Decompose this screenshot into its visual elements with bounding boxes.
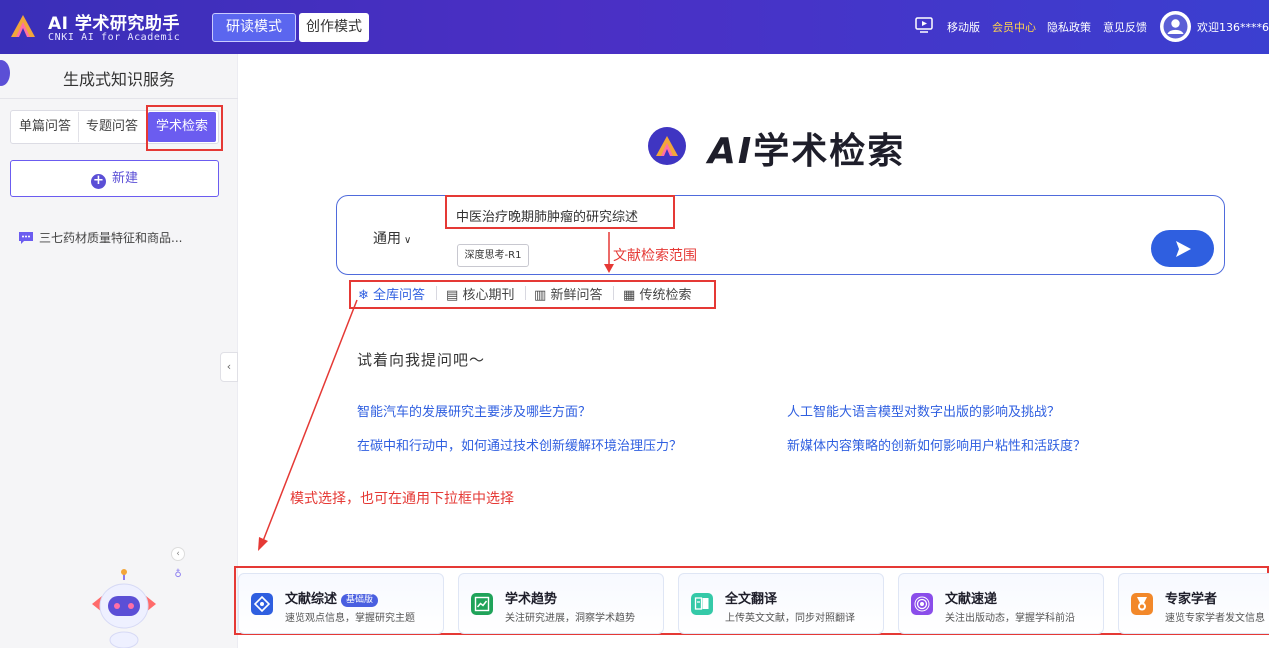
scope-divider <box>436 286 437 300</box>
annotation-label-mode: 模式选择，也可在通用下拉框中选择 <box>290 491 514 507</box>
translate-icon <box>691 593 713 615</box>
card-experts[interactable]: 专家学者 速览专家学者发文信息 <box>1118 573 1269 634</box>
link-feedback[interactable]: 意见反馈 <box>1103 19 1147 35</box>
card-literature-express[interactable]: 文献速递 关注出版动态，掌握学科前沿 <box>898 573 1104 634</box>
doc-icon: ▥ <box>534 288 547 303</box>
link-mobile[interactable]: 移动版 <box>947 19 980 35</box>
logo-icon <box>11 15 35 37</box>
send-button[interactable] <box>1151 230 1214 267</box>
mode-tab-create[interactable]: 创作模式 <box>299 13 369 42</box>
card-title: 文献综述 基础版 <box>285 588 379 607</box>
suggestion-item[interactable]: 新媒体内容策略的创新如何影响用户粘性和活跃度？ <box>787 435 1086 454</box>
sidebar-divider <box>0 98 238 99</box>
top-bar: AI 学术研究助手 CNKI AI for Academic 研读模式 创作模式… <box>0 0 1269 54</box>
link-privacy[interactable]: 隐私政策 <box>1047 19 1091 35</box>
review-icon <box>251 593 273 615</box>
link-member-center[interactable]: 会员中心 <box>992 19 1036 35</box>
suggestion-item[interactable]: 人工智能大语言模型对数字出版的影响及挑战？ <box>787 401 1060 420</box>
new-button[interactable]: + 新建 <box>10 160 219 197</box>
card-desc: 速览专家学者发文信息 <box>1165 613 1265 624</box>
lightbulb-icon[interactable]: ♁ <box>171 569 185 583</box>
hero-logo-icon <box>648 127 686 165</box>
screen-play-icon[interactable] <box>915 17 933 33</box>
snowflake-icon: ❄ <box>358 288 369 303</box>
annotation-box-query <box>445 195 675 229</box>
medal-icon <box>1131 593 1153 615</box>
tab-topic-qa[interactable]: 专题问答 <box>78 112 145 142</box>
chevron-down-icon: ∨ <box>404 235 412 246</box>
card-title: 学术趋势 <box>505 592 558 607</box>
scope-divider <box>613 286 614 300</box>
suggestions-title: 试着向我提问吧～ <box>357 351 486 369</box>
plus-icon: + <box>90 174 106 189</box>
broadcast-icon <box>911 593 933 615</box>
history-item-label: 三七药材质量特征和商品... <box>39 231 183 245</box>
scope-tab-fresh[interactable]: ▥ 新鲜问答 <box>534 284 602 303</box>
chevron-left-icon[interactable]: ‹ <box>171 547 185 561</box>
card-title: 全文翻译 <box>725 592 778 607</box>
scope-tab-all[interactable]: ❄ 全库问答 <box>358 284 425 303</box>
card-literature-review[interactable]: 文献综述 基础版 速览观点信息，掌握研究主题 <box>238 573 444 634</box>
scope-tab-traditional[interactable]: ▦ 传统检索 <box>623 284 691 303</box>
scope-dropdown[interactable]: 通用 ∨ <box>373 228 411 248</box>
model-chip[interactable]: 深度思考-R1 <box>457 244 529 267</box>
badge-basic: 基础版 <box>341 594 379 607</box>
page-title: AI学术检索 <box>708 131 906 172</box>
sidebar-title: 生成式知识服务 <box>62 70 175 89</box>
user-greeting: 欢迎136****63 <box>1197 21 1269 34</box>
suggestion-item[interactable]: 智能汽车的发展研究主要涉及哪些方面？ <box>357 401 591 420</box>
card-title: 专家学者 <box>1165 592 1218 607</box>
chat-icon <box>19 232 33 244</box>
journal-icon: ▤ <box>446 288 459 303</box>
suggestion-item[interactable]: 在碳中和行动中，如何通过技术创新缓解环境治理压力？ <box>357 435 682 454</box>
mode-tab-read[interactable]: 研读模式 <box>212 13 296 42</box>
new-button-label: 新建 <box>111 171 138 186</box>
avatar[interactable] <box>1160 11 1191 42</box>
card-academic-trends[interactable]: 学术趋势 关注研究进展，洞察学术趋势 <box>458 573 664 634</box>
robot-mascot-icon <box>92 569 156 648</box>
card-full-translation[interactable]: 全文翻译 上传英文文献，同步对照翻译 <box>678 573 884 634</box>
brand-subtitle: CNKI AI for Academic <box>48 32 181 43</box>
card-desc: 关注研究进展，洞察学术趋势 <box>505 613 635 624</box>
user-icon <box>1163 14 1188 39</box>
history-item[interactable]: 三七药材质量特征和商品... <box>18 229 218 249</box>
trend-chart-icon <box>471 593 493 615</box>
tab-single-qa[interactable]: 单篇问答 <box>13 112 77 142</box>
list-icon: ▦ <box>623 288 636 303</box>
annotation-box-tab <box>146 105 223 151</box>
brand-title: AI 学术研究助手 <box>48 14 180 34</box>
card-desc: 上传英文文献，同步对照翻译 <box>725 613 855 624</box>
send-icon <box>1176 241 1191 257</box>
card-desc: 关注出版动态，掌握学科前沿 <box>945 613 1075 624</box>
card-title: 文献速递 <box>945 592 998 607</box>
annotation-label-scope: 文献检索范围 <box>613 248 697 264</box>
scope-divider <box>525 286 526 300</box>
card-desc: 速览观点信息，掌握研究主题 <box>285 613 415 624</box>
collapse-sidebar-button[interactable]: ‹ <box>220 352 238 382</box>
scope-tab-core[interactable]: ▤ 核心期刊 <box>446 284 514 303</box>
